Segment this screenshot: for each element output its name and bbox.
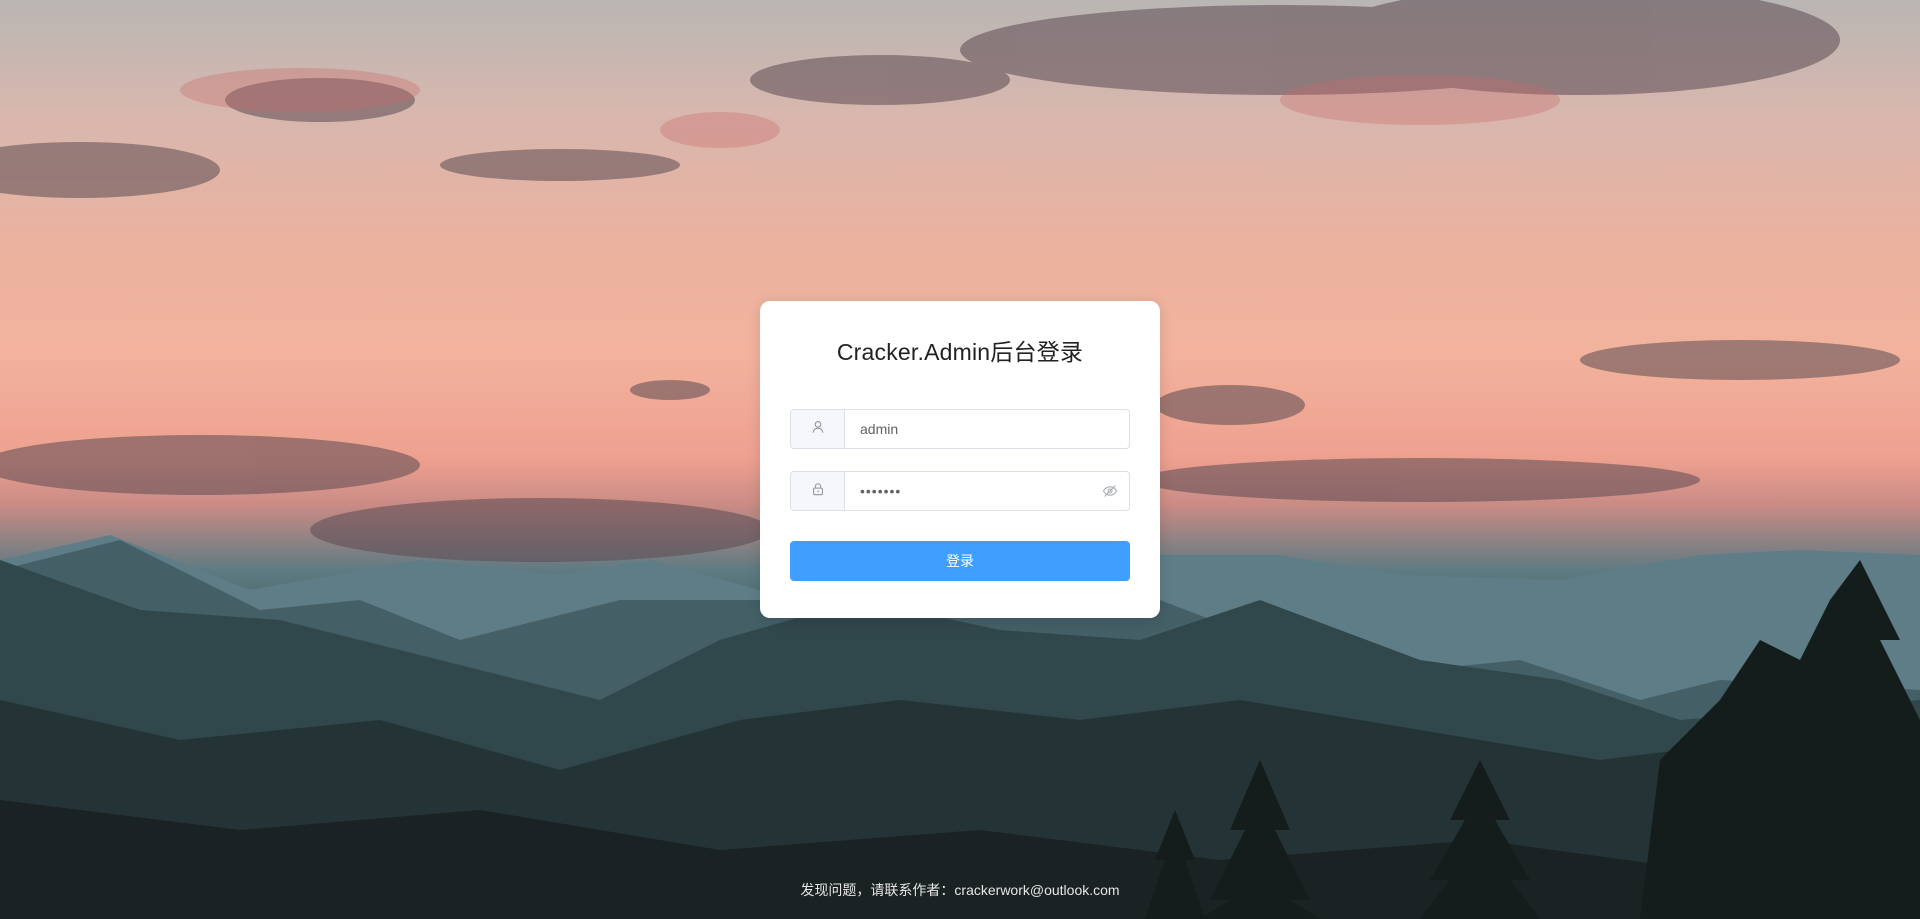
password-input[interactable] [845, 472, 1129, 510]
username-field[interactable] [790, 409, 1130, 449]
footer-contact: 发现问题，请联系作者：crackerwork@outlook.com [800, 882, 1120, 898]
login-card: Cracker.Admin后台登录 admin 登录 [760, 301, 1160, 618]
username-input[interactable] [845, 410, 1129, 448]
eye-off-icon[interactable] [1101, 482, 1119, 500]
password-field[interactable] [790, 471, 1130, 511]
login-title: Cracker.Admin后台登录 [836, 339, 1084, 365]
user-icon [811, 420, 825, 439]
login-button[interactable]: 登录 [790, 541, 1130, 581]
lock-icon [811, 482, 825, 501]
password-prepend [791, 472, 845, 510]
username-prepend [791, 410, 845, 448]
